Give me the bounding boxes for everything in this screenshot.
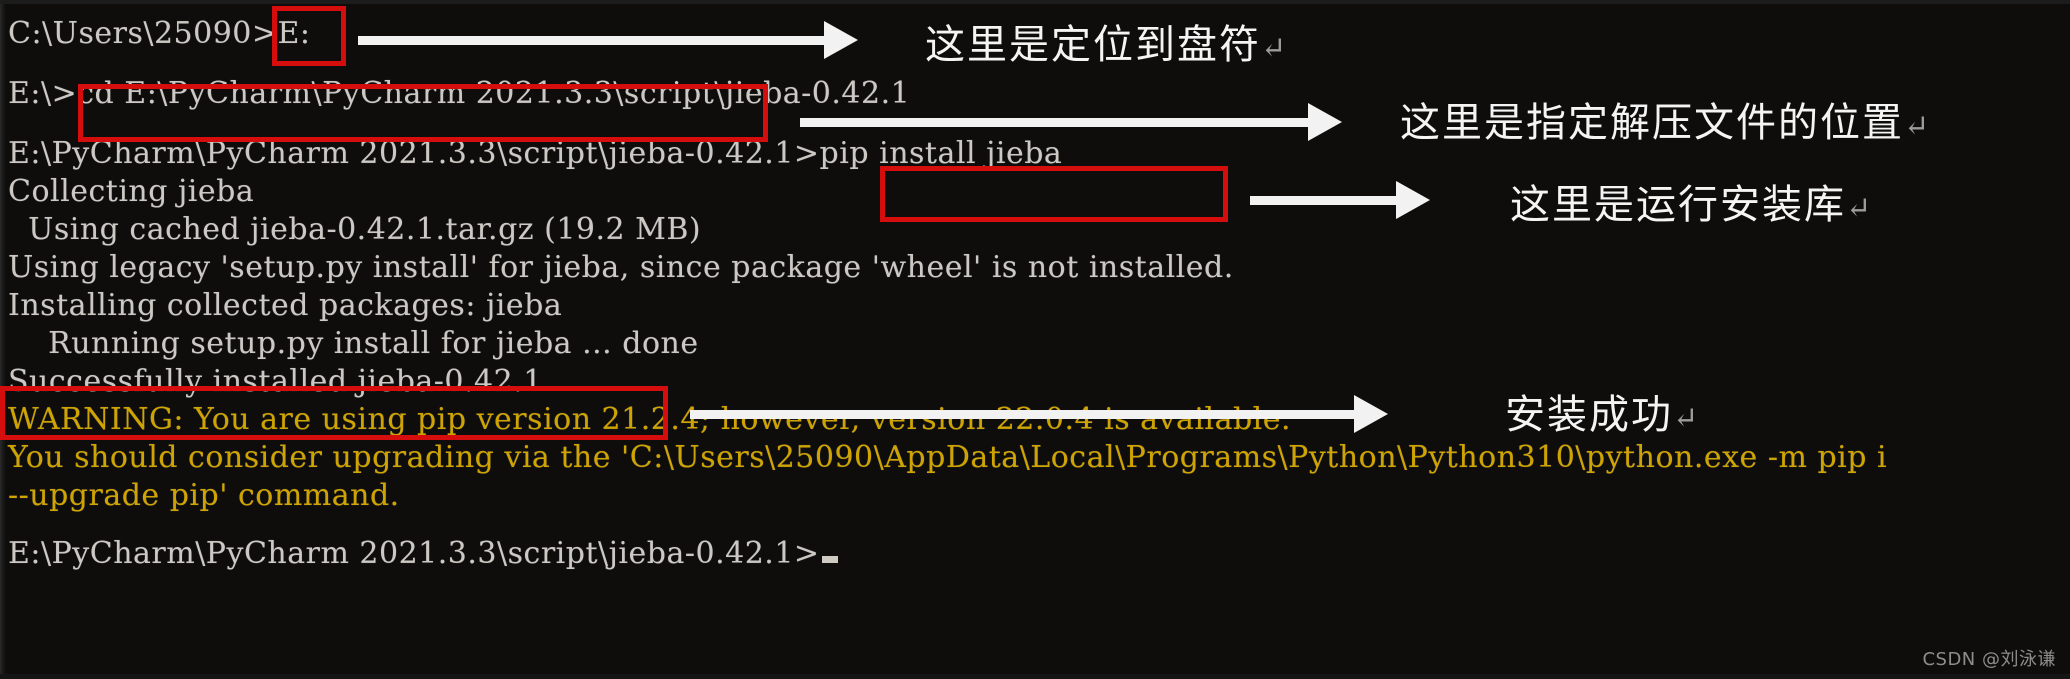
console-line-using-cached: Using cached jieba-0.42.1.tar.gz (19.2 M… [8, 212, 702, 247]
annotation-install-success: 安装成功↵ [1505, 382, 1698, 440]
annotation-run-install-text: 这里是运行安装库 [1510, 182, 1846, 228]
cursor-caret [821, 556, 838, 563]
window-left-edge [0, 0, 6, 679]
console-line-running-setup: Running setup.py install for jieba ... d… [8, 326, 699, 361]
console-line-final-prompt: E:\PyCharm\PyCharm 2021.3.3\script\jieba… [8, 536, 838, 571]
console-line-collecting: Collecting jieba [8, 174, 255, 209]
window-top-edge [0, 0, 2070, 4]
annotation-install-success-text: 安装成功 [1505, 392, 1673, 438]
console-line-prompt-1: C:\Users\25090>E: [8, 16, 311, 51]
annotation-drive-letter: 这里是定位到盘符↵ [925, 12, 1286, 70]
annotation-install-success-enter: ↵ [1673, 401, 1699, 436]
annotation-drive-letter-text: 这里是定位到盘符 [925, 22, 1261, 68]
annotation-run-install-enter: ↵ [1846, 191, 1872, 226]
terminal-window: C:\Users\25090>E: E:\>cd E:\PyCharm\PyCh… [0, 0, 2070, 679]
console-line-using-legacy: Using legacy 'setup.py install' for jieb… [8, 250, 1234, 285]
annotation-run-install: 这里是运行安装库↵ [1510, 172, 1871, 230]
console-line-prompt-3: E:\PyCharm\PyCharm 2021.3.3\script\jieba… [8, 136, 1063, 171]
annotation-drive-letter-enter: ↵ [1261, 31, 1287, 66]
console-line-prompt-2: E:\>cd E:\PyCharm\PyCharm 2021.3.3\scrip… [8, 76, 911, 111]
console-line-installing: Installing collected packages: jieba [8, 288, 563, 323]
highlight-box-pip-install [880, 166, 1228, 222]
csdn-watermark: CSDN @刘泳谦 [1922, 649, 2056, 670]
annotation-extract-path-text: 这里是指定解压文件的位置 [1400, 100, 1904, 146]
annotation-extract-path: 这里是指定解压文件的位置↵ [1400, 90, 1929, 148]
console-line-warning: WARNING: You are using pip version 21.2.… [8, 402, 1292, 437]
console-line-success: Successfully installed jieba-0.42.1 [8, 364, 543, 399]
window-bottom-edge [0, 674, 2070, 679]
final-prompt-text: E:\PyCharm\PyCharm 2021.3.3\script\jieba… [8, 536, 820, 571]
annotation-extract-path-enter: ↵ [1904, 109, 1930, 144]
console-line-warning-upgrade-path: You should consider upgrading via the 'C… [8, 440, 1888, 475]
console-line-warning-upgrade-cmd: --upgrade pip' command. [8, 478, 400, 513]
